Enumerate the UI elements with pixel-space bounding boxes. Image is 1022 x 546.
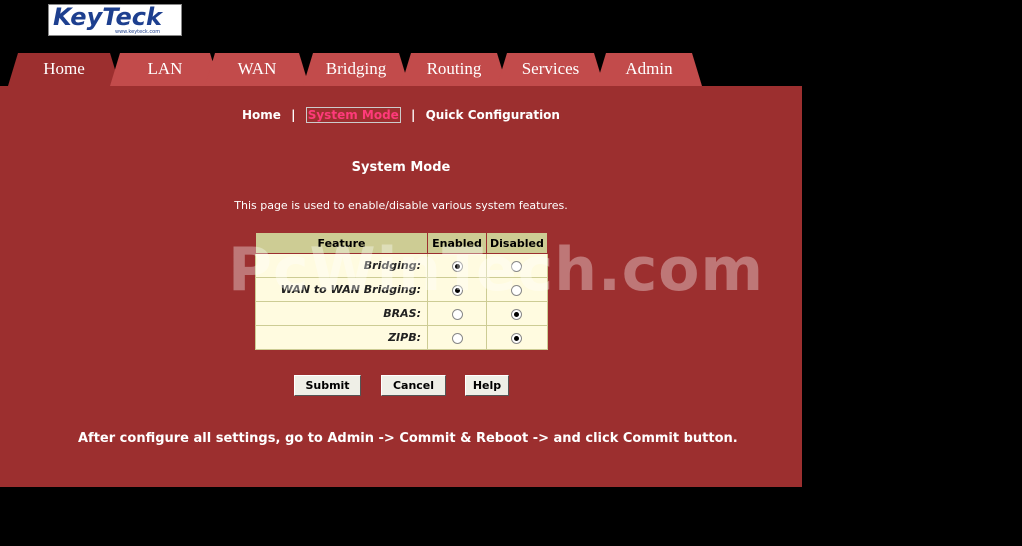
header-enabled: Enabled [427,232,487,254]
wan-bridging-enabled-radio[interactable] [451,284,463,296]
logo-text: KeyTeck [53,3,162,31]
tab-wan[interactable]: WAN [205,53,309,86]
bridging-enabled-radio[interactable] [451,260,463,272]
breadcrumb: Home | System Mode | Quick Configuration [0,107,802,123]
help-button[interactable]: Help [465,375,509,396]
feature-label-bras: BRAS: [255,301,428,326]
zipb-disabled-radio[interactable] [511,332,523,344]
keyteck-logo: KeyTeck www.keyteck.com [48,3,182,36]
zipb-enabled-radio[interactable] [451,332,463,344]
content-panel: Home | System Mode | Quick Configuration… [0,86,802,487]
subnav-separator: | [410,108,416,122]
table-header-row: Feature Enabled Disabled [255,232,548,254]
tab-services[interactable]: Services [497,53,604,86]
commit-note: After configure all settings, go to Admi… [78,431,738,446]
subnav-home-link[interactable]: Home [242,108,281,122]
subnav-system-mode-link[interactable]: System Mode [305,107,401,123]
feature-label-zipb: ZIPB: [255,325,428,350]
logo-subtext: www.keyteck.com [115,29,161,35]
page-title: System Mode [351,160,451,175]
page-description: This page is used to enable/disable vari… [234,199,568,212]
wan-bridging-disabled-radio[interactable] [511,284,523,296]
tab-bridging[interactable]: Bridging [303,53,409,86]
table-row: ZIPB: [255,325,548,350]
tab-routing[interactable]: Routing [401,53,507,86]
bras-enabled-radio[interactable] [451,308,463,320]
main-tabs: Home LAN WAN Bridging Routing Services A… [0,53,720,86]
submit-button[interactable]: Submit [294,375,361,396]
tab-admin[interactable]: Admin [596,53,702,86]
tab-lan[interactable]: LAN [110,53,220,86]
bras-disabled-radio[interactable] [511,308,523,320]
feature-table: Feature Enabled Disabled Bridging: WAN t… [255,232,548,350]
header-disabled: Disabled [486,232,548,254]
subnav-separator: | [291,108,296,122]
bridging-disabled-radio[interactable] [511,260,523,272]
cancel-button[interactable]: Cancel [381,375,446,396]
feature-label-wan-to-wan-bridging: WAN to WAN Bridging: [255,277,428,302]
table-row: BRAS: [255,301,548,326]
tab-home[interactable]: Home [8,53,120,86]
subnav-quick-config-link[interactable]: Quick Configuration [426,108,560,122]
table-row: Bridging: [255,253,548,278]
feature-label-bridging: Bridging: [255,253,428,278]
table-row: WAN to WAN Bridging: [255,277,548,302]
header-feature: Feature [255,232,428,254]
